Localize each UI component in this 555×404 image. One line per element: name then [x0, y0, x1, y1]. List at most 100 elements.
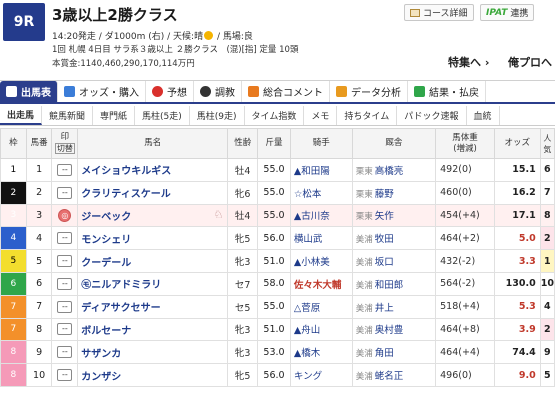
col-sex[interactable]: 性齢: [227, 128, 259, 159]
mark-toggle[interactable]: ◎: [58, 208, 72, 222]
trainer-cell[interactable]: 栗東 矢作: [351, 203, 437, 228]
table-row[interactable]: 5 5 -- クーデール 牝3 51.0 ▲小林美 美浦 坂口 432(-2) 3.3 1: [0, 249, 555, 273]
mark-toggle[interactable]: --: [57, 277, 73, 290]
mark-toggle[interactable]: --: [57, 346, 73, 359]
mark-cell[interactable]: --: [51, 317, 79, 342]
table-row[interactable]: 3 3 ◎ ジーベック ♘ 牡4 55.0 ▲古川奈 栗東 矢作 454(+4) 17.1 8: [0, 203, 555, 228]
jockey-link[interactable]: キング: [289, 363, 353, 387]
horse-name-link[interactable]: モンシェリ: [77, 226, 229, 251]
table-row[interactable]: 2 2 -- クラリティスケール 牝6 55.0 ☆松本 栗東 藤野 460(0) 16.2 7: [0, 180, 555, 205]
horse-name-link[interactable]: ㋲ニルアドミラリ: [77, 271, 229, 296]
mark-toggle[interactable]: --: [57, 163, 73, 176]
horse-name-link[interactable]: クーデール: [77, 249, 229, 273]
tab-data[interactable]: データ分析: [330, 81, 408, 102]
odds-cell[interactable]: 15.1: [493, 158, 541, 182]
trainer-cell[interactable]: 栗東 藤野: [351, 180, 437, 205]
mark-cell[interactable]: ◎: [51, 203, 79, 228]
trainer-cell[interactable]: 美浦 坂口: [351, 249, 437, 273]
jockey-link[interactable]: ☆松本: [289, 180, 353, 205]
mark-toggle[interactable]: --: [57, 369, 73, 382]
mark-cell[interactable]: --: [51, 158, 79, 182]
mark-cell[interactable]: --: [51, 340, 79, 365]
ore-pro-link[interactable]: 俺プロへ ›: [508, 54, 555, 70]
odds-cell[interactable]: 3.9: [493, 317, 541, 342]
table-row[interactable]: 7 8 -- ボルセーナ 牝3 51.0 ▲舟山 美浦 奥村豊 464(+8) 3.9 2: [0, 317, 555, 342]
jockey-link[interactable]: ▲舟山: [289, 317, 353, 342]
horse-name-link[interactable]: ディアサクセサー: [77, 294, 229, 319]
trainer-cell[interactable]: 美浦 角田: [351, 340, 437, 365]
col-kinryo[interactable]: 斤量: [257, 128, 291, 159]
subtab-senmonshi[interactable]: 専門紙: [93, 106, 136, 125]
table-row[interactable]: 8 9 -- サザンカ 牝3 53.0 ▲橋木 美浦 角田 464(+4) 74.4 9: [0, 340, 555, 365]
trainer-link[interactable]: 牧田: [375, 234, 394, 245]
odds-cell[interactable]: 16.2: [493, 180, 541, 205]
col-jockey[interactable]: 騎手: [289, 128, 353, 159]
odds-cell[interactable]: 5.0: [493, 226, 541, 251]
special-feature-link[interactable]: 特集へ ›: [448, 54, 489, 70]
horse-name-link[interactable]: ジーベック ♘: [77, 203, 229, 228]
mark-cell[interactable]: --: [51, 363, 79, 387]
jockey-link[interactable]: 佐々木大輔: [289, 271, 353, 296]
trainer-link[interactable]: 奥村豊: [375, 325, 404, 336]
jockey-link[interactable]: △菅原: [289, 294, 353, 319]
ipat-link-button[interactable]: IPAT 連携: [480, 4, 535, 21]
horse-name-link[interactable]: クラリティスケール: [77, 180, 229, 205]
col-name[interactable]: 馬名: [77, 128, 229, 159]
jockey-link[interactable]: ▲小林美: [289, 249, 353, 273]
horse-name-link[interactable]: カンザシ: [77, 363, 229, 387]
trainer-link[interactable]: 高橋亮: [375, 166, 404, 177]
jockey-link[interactable]: ▲和田陽: [289, 158, 353, 182]
table-row[interactable]: 1 1 -- メイショウキルギス 牡4 55.0 ▲和田陽 栗東 高橋亮 492(0) 15.1 6: [0, 158, 555, 182]
mark-toggle[interactable]: --: [57, 186, 73, 199]
col-odds[interactable]: オッズ: [493, 128, 541, 159]
mark-cell[interactable]: --: [51, 180, 79, 205]
subtab-shussoba[interactable]: 出走馬: [0, 106, 43, 125]
trainer-link[interactable]: 蛯名正: [375, 371, 404, 382]
subtab-umabashira5[interactable]: 馬柱(5走): [135, 106, 190, 125]
subtab-ketto[interactable]: 血統: [467, 106, 500, 125]
jockey-link[interactable]: ▲古川奈: [289, 203, 353, 228]
mark-toggle[interactable]: --: [57, 232, 73, 245]
odds-cell[interactable]: 9.0: [493, 363, 541, 387]
mark-cell[interactable]: --: [51, 226, 79, 251]
subtab-shinbun[interactable]: 競馬新聞: [42, 106, 94, 125]
tab-odds[interactable]: オッズ・購入: [58, 81, 146, 102]
trainer-link[interactable]: 矢作: [375, 211, 394, 222]
subtab-time-index[interactable]: タイム指数: [245, 106, 305, 125]
mark-toggle[interactable]: --: [57, 323, 73, 336]
table-row[interactable]: 8 10 -- カンザシ 牝5 56.0 キング 美浦 蛯名正 496(0) 9.0 5: [0, 363, 555, 387]
trainer-link[interactable]: 坂口: [375, 257, 394, 268]
col-weight[interactable]: 馬体重 (増減): [435, 128, 495, 159]
horse-name-link[interactable]: サザンカ: [77, 340, 229, 365]
trainer-cell[interactable]: 美浦 井上: [351, 294, 437, 319]
odds-cell[interactable]: 130.0: [493, 271, 541, 296]
table-row[interactable]: 7 7 -- ディアサクセサー セ5 55.0 △菅原 美浦 井上 518(+4) 5.3 4: [0, 294, 555, 319]
trainer-link[interactable]: 藤野: [375, 189, 394, 200]
mark-toggle[interactable]: --: [57, 255, 73, 268]
col-trainer[interactable]: 厩舎: [351, 128, 437, 159]
mark-cell[interactable]: --: [51, 294, 79, 319]
mark-toggle[interactable]: --: [57, 300, 73, 313]
tab-chokyo[interactable]: 調教: [194, 81, 242, 102]
tab-result[interactable]: 結果・払戻: [408, 81, 486, 102]
tab-yoso[interactable]: 予想: [146, 81, 194, 102]
trainer-cell[interactable]: 美浦 奥村豊: [351, 317, 437, 342]
odds-cell[interactable]: 17.1: [493, 203, 541, 228]
course-detail-button[interactable]: コース詳細: [404, 4, 474, 21]
trainer-cell[interactable]: 美浦 和田郎: [351, 271, 437, 296]
odds-cell[interactable]: 5.3: [493, 294, 541, 319]
subtab-memo[interactable]: メモ: [304, 106, 338, 125]
col-waku[interactable]: 枠: [0, 128, 27, 159]
trainer-link[interactable]: 和田郎: [375, 280, 404, 291]
mark-cell[interactable]: --: [51, 249, 79, 273]
col-umaban[interactable]: 馬番: [25, 128, 53, 159]
trainer-link[interactable]: 角田: [375, 348, 394, 359]
odds-cell[interactable]: 3.3: [493, 249, 541, 273]
horse-name-link[interactable]: メイショウキルギス: [77, 158, 229, 182]
table-row[interactable]: 6 6 -- ㋲ニルアドミラリ セ7 58.0 佐々木大輔 美浦 和田郎 564(-2) 130.0…: [0, 271, 555, 296]
trainer-cell[interactable]: 美浦 牧田: [351, 226, 437, 251]
table-row[interactable]: 4 4 -- モンシェリ 牝5 56.0 横山武 美浦 牧田 464(+2) 5.0 2: [0, 226, 555, 251]
trainer-cell[interactable]: 美浦 蛯名正: [351, 363, 437, 387]
mark-cell[interactable]: --: [51, 271, 79, 296]
jockey-link[interactable]: 横山武: [289, 226, 353, 251]
